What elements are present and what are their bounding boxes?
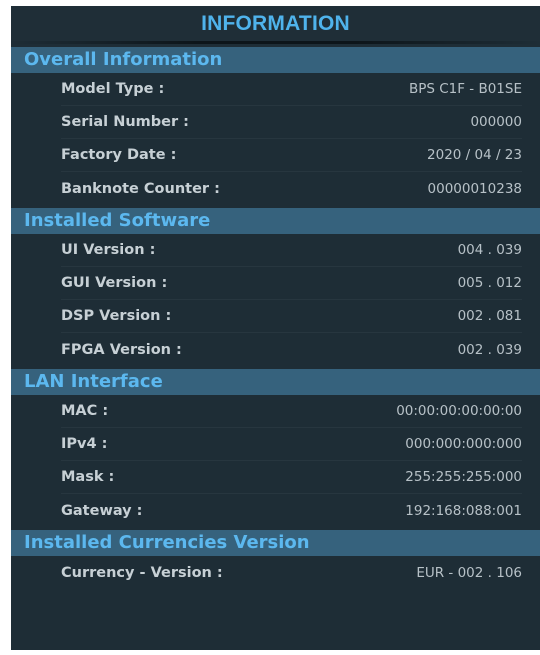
- info-row-ipv4: IPv4 : 000:000:000:000: [61, 428, 522, 461]
- page-title: INFORMATION: [11, 6, 540, 41]
- row-label: IPv4 :: [61, 436, 108, 452]
- info-row-currency-version: Currency - Version : EUR - 002 . 106: [61, 556, 522, 589]
- row-label: Serial Number :: [61, 114, 189, 130]
- title-divider: [11, 41, 540, 44]
- info-row-serial-number: Serial Number : 000000: [61, 106, 522, 139]
- section-header-overall-information: Overall Information: [11, 47, 540, 73]
- row-value: 255:255:255:000: [405, 469, 522, 485]
- row-label: FPGA Version :: [61, 341, 182, 358]
- row-value: 005 . 012: [457, 275, 522, 291]
- lan-interface-list: MAC : 00:00:00:00:00:00 IPv4 : 000:000:0…: [11, 395, 540, 527]
- row-label: DSP Version :: [61, 308, 172, 324]
- info-row-gui-version: GUI Version : 005 . 012: [61, 267, 522, 300]
- row-label: UI Version :: [61, 242, 156, 258]
- row-value: EUR - 002 . 106: [416, 564, 522, 581]
- section-header-installed-currencies-version: Installed Currencies Version: [11, 530, 540, 556]
- row-value: 000:000:000:000: [405, 436, 522, 452]
- info-row-ui-version: UI Version : 004 . 039: [61, 234, 522, 267]
- section-header-lan-interface: LAN Interface: [11, 369, 540, 395]
- info-row-fpga-version: FPGA Version : 002 . 039: [61, 333, 522, 366]
- row-value: 002 . 039: [457, 341, 522, 358]
- info-row-model-type: Model Type : BPS C1F - B01SE: [61, 73, 522, 106]
- info-row-mac: MAC : 00:00:00:00:00:00: [61, 395, 522, 428]
- row-value: 000000: [470, 114, 522, 130]
- row-value: BPS C1F - B01SE: [408, 81, 522, 97]
- info-row-gateway: Gateway : 192:168:088:001: [61, 494, 522, 527]
- information-panel: INFORMATION Overall Information Model Ty…: [11, 6, 540, 650]
- row-value: 00:00:00:00:00:00: [396, 403, 522, 419]
- row-label: Gateway :: [61, 502, 143, 519]
- info-row-dsp-version: DSP Version : 002 . 081: [61, 300, 522, 333]
- row-label: MAC :: [61, 403, 109, 419]
- row-value: 002 . 081: [457, 308, 522, 324]
- row-value: 00000010238: [427, 180, 522, 197]
- row-label: GUI Version :: [61, 275, 168, 291]
- section-header-installed-software: Installed Software: [11, 208, 540, 234]
- row-label: Currency - Version :: [61, 564, 223, 581]
- row-value: 192:168:088:001: [405, 502, 522, 519]
- row-value: 004 . 039: [457, 242, 522, 258]
- row-label: Mask :: [61, 469, 115, 485]
- overall-information-list: Model Type : BPS C1F - B01SE Serial Numb…: [11, 73, 540, 205]
- installed-currencies-list: Currency - Version : EUR - 002 . 106: [11, 556, 540, 589]
- row-label: Model Type :: [61, 81, 165, 97]
- row-label: Banknote Counter :: [61, 180, 220, 197]
- row-value: 2020 / 04 / 23: [427, 147, 522, 163]
- info-row-banknote-counter: Banknote Counter : 00000010238: [61, 172, 522, 205]
- row-label: Factory Date :: [61, 147, 177, 163]
- info-row-factory-date: Factory Date : 2020 / 04 / 23: [61, 139, 522, 172]
- info-row-mask: Mask : 255:255:255:000: [61, 461, 522, 494]
- installed-software-list: UI Version : 004 . 039 GUI Version : 005…: [11, 234, 540, 366]
